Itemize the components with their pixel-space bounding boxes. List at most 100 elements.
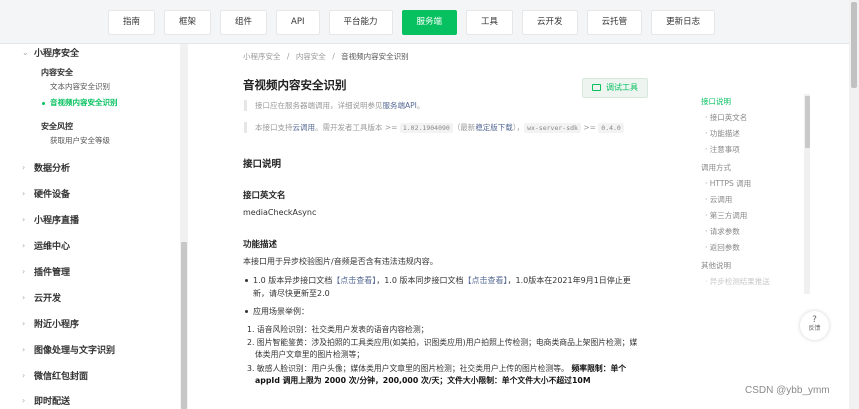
toc-item[interactable]: 接口说明: [701, 96, 731, 107]
toc-item[interactable]: · 请求参数: [705, 226, 740, 237]
sidebar-group-label: 微信红包封面: [34, 372, 89, 382]
toc-item[interactable]: 调用方式: [701, 162, 731, 173]
list-item: 2. 图片智能鉴黄：涉及拍照的工具类应用(如美拍，识图类应用)用户拍照上传检测；…: [247, 337, 637, 361]
chevron-right-icon: ›: [22, 319, 26, 328]
sidebar: ⌄ 小程序安全 内容安全 文本内容安全识别 音视频内容安全识别 安全风控 获取用…: [0, 44, 191, 409]
toc-item[interactable]: · 注意事项: [705, 144, 740, 155]
toc-item[interactable]: · 返回参数: [705, 242, 740, 253]
toc-item[interactable]: · 异步检测结果推送: [705, 276, 770, 287]
list-text: 3. 敏感人脸识别：用户头像；媒体类用户文章里的图片检测；社交类用户上传的图片检…: [247, 364, 569, 373]
toc-item[interactable]: · 云调用: [705, 194, 732, 205]
sidebar-group-label: 云开发: [34, 294, 62, 304]
stable-download-link[interactable]: 稳定版下载: [475, 123, 513, 132]
toc-item[interactable]: 其他说明: [701, 260, 731, 271]
sidebar-group-label: 插件管理: [34, 268, 71, 278]
sidebar-group[interactable]: › 运维中心: [22, 239, 70, 252]
sidebar-group-label: 硬件设备: [34, 190, 71, 200]
chevron-right-icon: ›: [22, 371, 26, 380]
sync-doc-link[interactable]: 【点击查看】: [464, 276, 508, 285]
version-code: 1.02.1904090: [399, 123, 453, 133]
breadcrumb-item[interactable]: 小程序安全: [243, 52, 281, 61]
sidebar-group[interactable]: › 插件管理: [22, 265, 70, 278]
chevron-right-icon: ›: [22, 215, 26, 224]
toc-item[interactable]: · HTTPS 调用: [705, 178, 751, 189]
chevron-right-icon: ›: [22, 163, 26, 172]
top-nav: 指南 框架 组件 API 平台能力 服务端 工具 云开发 云托管 更新日志: [108, 10, 716, 36]
top-nav-item[interactable]: 指南: [108, 10, 156, 35]
top-nav-item[interactable]: 框架: [164, 10, 212, 35]
note-text: 接口应在服务器端调用，详细说明参见: [255, 101, 383, 110]
sidebar-group[interactable]: › 云开发: [22, 291, 61, 304]
question-icon: ?: [812, 315, 817, 325]
sidebar-group-label: 即时配送: [34, 397, 71, 407]
breadcrumb-item[interactable]: 内容安全: [296, 52, 326, 61]
page-scrollbar-thumb[interactable]: [851, 2, 857, 88]
feedback-button[interactable]: ? 反馈: [800, 311, 829, 340]
note-cloud-call: 本接口支持云调用。需开发者工具版本 >= 1.02.1904090 （最新稳定版下…: [244, 122, 624, 133]
bullet-text: 新，请尽快更新至2.0: [253, 289, 330, 298]
table-of-contents: 接口说明 · 接口英文名 · 功能描述 · 注意事项调用方式 · HTTPS 调用 · 云…: [701, 94, 811, 294]
sidebar-group-label: 小程序安全: [34, 49, 80, 59]
sidebar-group[interactable]: › 数据分析: [22, 161, 70, 174]
list-text: 2. 图片智能鉴黄：涉及拍照的工具类应用(如美拍，识图类应用)用户拍照上传检测；…: [247, 338, 638, 347]
bullet-text: ，1.0版本在2021年9月1日停止更: [507, 276, 631, 285]
function-description: 本接口用于异步校验图片/音频是否含有违法违规内容。: [243, 257, 438, 266]
top-nav-item[interactable]: 服务端: [401, 10, 458, 35]
list-text: 体类用户文章里的图片检测等；: [255, 350, 365, 359]
chevron-right-icon: ›: [22, 189, 26, 198]
list-item: 1.0 版本异步接口文档【点击查看】，1.0 版本同步接口文档【点击查看】，1.…: [245, 274, 631, 300]
top-nav-item[interactable]: 工具: [466, 10, 514, 35]
note-text: ），: [512, 123, 525, 132]
list-item: 3. 敏感人脸识别：用户头像；媒体类用户文章里的图片检测；社交类用户上传的图片检…: [247, 363, 626, 387]
note-text: 本接口支持: [255, 123, 293, 132]
toc-item[interactable]: · 接口英文名: [705, 112, 747, 123]
cloud-call-link[interactable]: 云调用: [293, 123, 316, 132]
breadcrumb-separator: /: [286, 52, 290, 61]
sidebar-item-media-security[interactable]: 音视频内容安全识别: [42, 97, 118, 108]
bullet-text: ，1.0 版本同步接口文档: [376, 276, 464, 285]
top-nav-item[interactable]: 云开发: [522, 10, 578, 35]
debug-tool-button[interactable]: 调试工具: [582, 78, 648, 98]
chevron-right-icon: ›: [22, 396, 26, 405]
top-nav-item[interactable]: 平台能力: [328, 10, 393, 35]
toc-scrollbar-thumb[interactable]: [805, 96, 810, 148]
sidebar-group[interactable]: › 微信红包封面: [22, 369, 88, 382]
monitor-icon: [592, 84, 601, 91]
heading-en-name: 接口英文名: [243, 191, 286, 201]
bullet-text: 应用场景举例：: [253, 307, 309, 316]
list-text-bold: appId 调用上限为 2000 次/分钟，200,000 次/天；文件大小限制…: [255, 376, 591, 385]
chevron-right-icon: ›: [22, 267, 26, 276]
list-item: 应用场景举例：: [245, 305, 309, 318]
top-nav-bar: 指南 框架 组件 API 平台能力 服务端 工具 云开发 云托管 更新日志: [0, 0, 859, 44]
active-dot-icon: [42, 101, 45, 105]
sidebar-sub-content-security[interactable]: 内容安全: [41, 67, 73, 78]
feedback-label: 反馈: [808, 325, 821, 332]
sidebar-group[interactable]: › 图像处理与文字识别: [22, 343, 115, 356]
sidebar-group-label: 附近小程序: [34, 320, 80, 330]
sidebar-item-text-security[interactable]: 文本内容安全识别: [50, 81, 110, 92]
toc-item[interactable]: · 功能描述: [705, 128, 740, 139]
sidebar-scrollbar-thumb[interactable]: [181, 242, 187, 409]
sidebar-group[interactable]: › 附近小程序: [22, 317, 79, 330]
chevron-right-icon: ›: [22, 345, 26, 354]
sidebar-group-label: 数据分析: [34, 164, 71, 174]
note-text: >=: [580, 123, 599, 132]
sidebar-item-user-risk-rank[interactable]: 获取用户安全等级: [50, 135, 110, 146]
sidebar-group-mini-program-security[interactable]: ⌄ 小程序安全: [22, 46, 79, 59]
sidebar-group[interactable]: › 小程序直播: [22, 213, 79, 226]
server-api-link[interactable]: 服务端API: [383, 101, 417, 110]
en-name-value: mediaCheckAsync: [243, 208, 317, 217]
top-nav-item[interactable]: 组件: [220, 10, 268, 35]
sidebar-group[interactable]: › 即时配送: [22, 394, 70, 407]
sidebar-group[interactable]: › 硬件设备: [22, 187, 70, 200]
note-text: 。需开发者工具版本 >=: [315, 123, 400, 132]
top-nav-item[interactable]: 云托管: [586, 10, 643, 35]
sidebar-group-label: 小程序直播: [34, 216, 80, 226]
toc-item[interactable]: · 第三方调用: [705, 210, 747, 221]
watermark: CSDN @ybb_ymm: [745, 385, 830, 396]
top-nav-item[interactable]: 更新日志: [651, 10, 716, 35]
breadcrumb-current: 音视频内容安全识别: [341, 52, 409, 61]
sidebar-sub-risk-control[interactable]: 安全风控: [41, 121, 73, 132]
top-nav-item[interactable]: API: [276, 10, 320, 35]
async-doc-link[interactable]: 【点击查看】: [332, 276, 376, 285]
